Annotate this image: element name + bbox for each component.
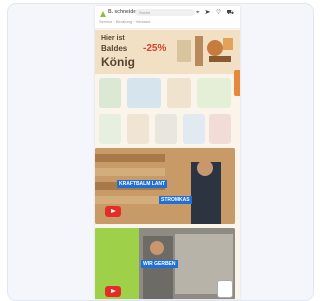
video-label-2: WIR GERBEN [141, 260, 178, 268]
mobile-page-preview[interactable]: B. schneider Suche ⌖ ➤ ♡ ⛟ Service · Ber… [95, 6, 240, 299]
certificate-badge-icon [217, 280, 233, 298]
feedback-tab[interactable] [234, 70, 240, 96]
video-label-1: KRAFTBALM LANT [117, 180, 168, 188]
category-tile-4[interactable] [197, 78, 231, 108]
logo-icon [100, 11, 106, 17]
promo-discount: -25% [143, 43, 167, 54]
youtube-play-icon[interactable] [105, 286, 121, 297]
category-tile-8[interactable] [183, 114, 205, 144]
site-header: B. schneider Suche ⌖ ➤ ♡ ⛟ Service · Ber… [95, 6, 240, 29]
search-placeholder: Suche [139, 10, 151, 15]
category-grid [99, 78, 231, 148]
promo-line-2: Baldes [101, 44, 128, 53]
video-sublabel-1: STROMKAS [159, 196, 192, 204]
youtube-play-icon[interactable] [105, 206, 121, 217]
category-tile-7[interactable] [155, 114, 177, 144]
tools-illustration-icon [177, 36, 233, 66]
promo-line-3: König [101, 55, 135, 69]
category-tile-5[interactable] [99, 114, 121, 144]
header-icons[interactable]: ⌖ ➤ ♡ ⛟ [196, 9, 236, 17]
category-tile-6[interactable] [127, 114, 149, 144]
category-tile-3[interactable] [167, 78, 191, 108]
promo-banner[interactable]: Hier ist Baldes König -25% [95, 30, 240, 74]
site-logo-text[interactable]: B. schneider [108, 9, 138, 15]
video-thumbnail-2[interactable]: WIR GERBEN [95, 228, 235, 299]
subnav-text[interactable]: Service · Beratung · Versand [99, 19, 150, 24]
category-tile-1[interactable] [99, 78, 121, 108]
promo-line-1: Hier ist [101, 35, 125, 42]
search-input[interactable]: Suche [135, 9, 195, 16]
category-tile-2[interactable] [127, 78, 161, 108]
video-thumbnail-1[interactable]: KRAFTBALM LANT STROMKAS [95, 148, 235, 224]
category-tile-9[interactable] [209, 114, 231, 144]
